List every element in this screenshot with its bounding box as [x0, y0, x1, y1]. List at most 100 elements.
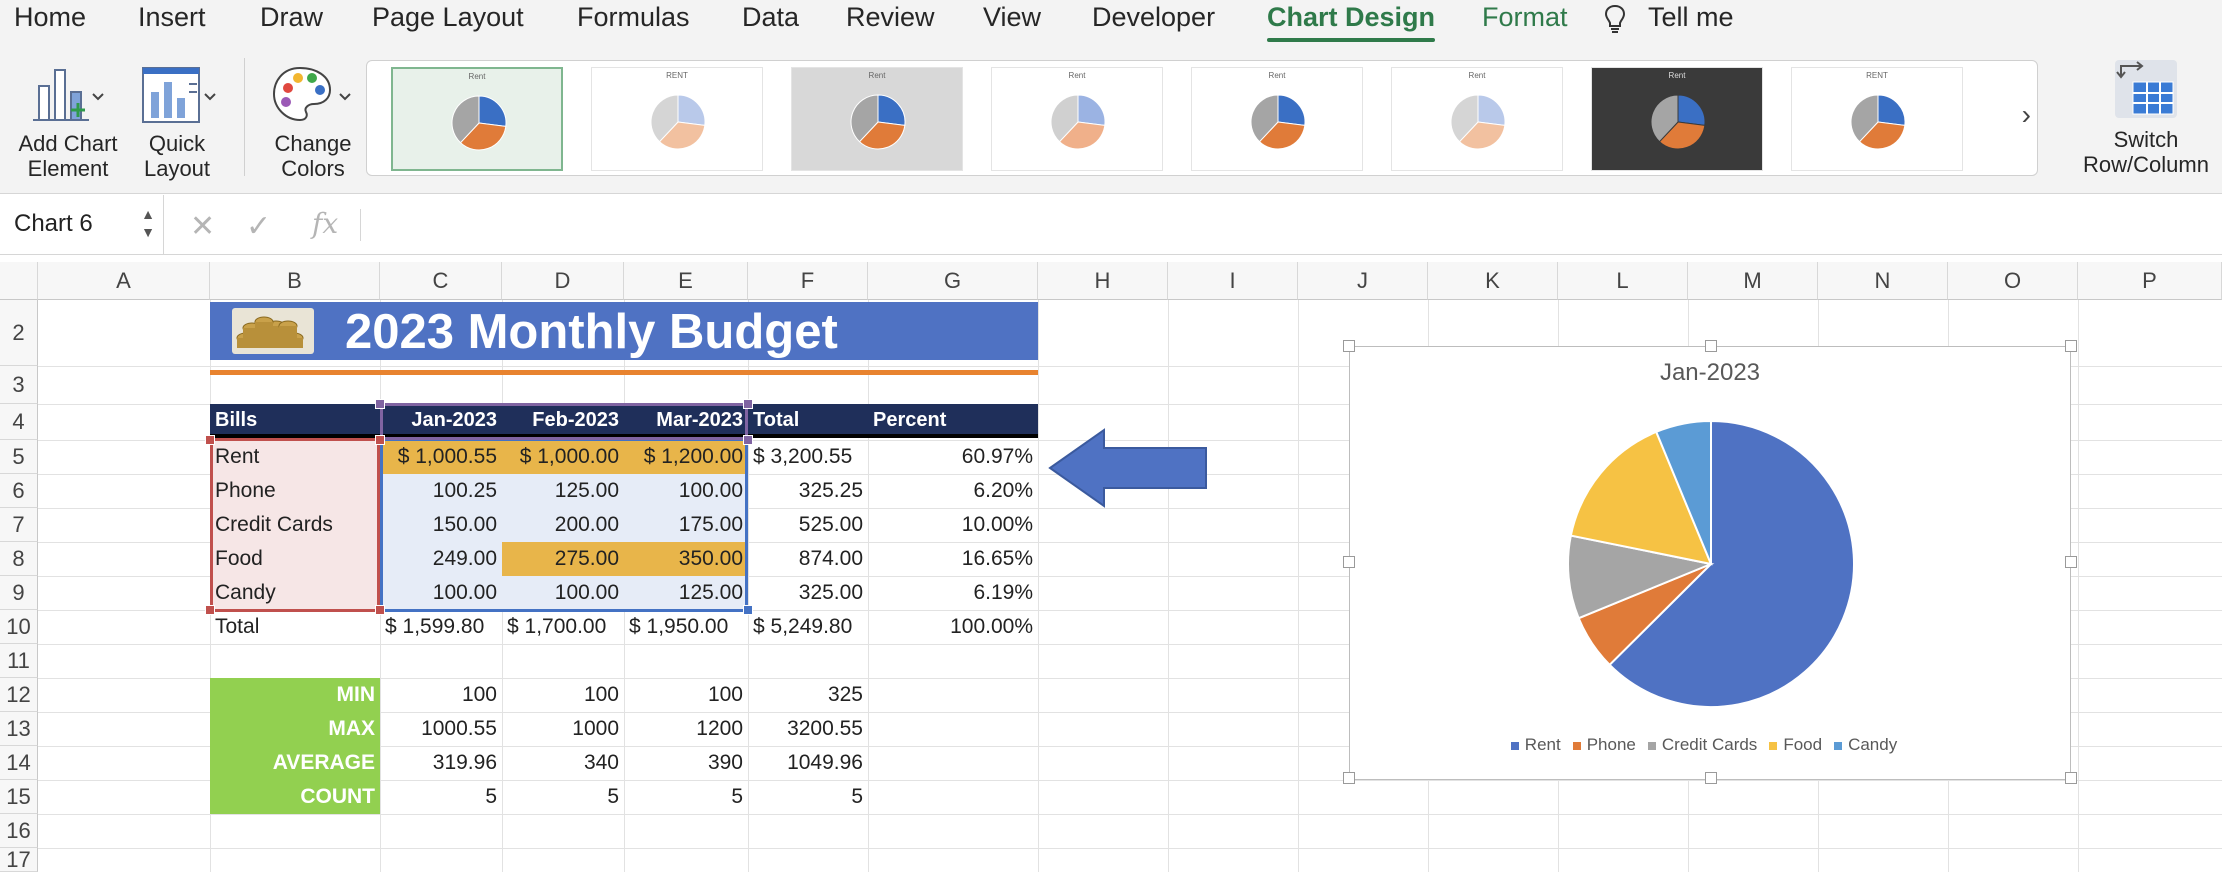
stat-feb[interactable]: 340 [502, 746, 624, 780]
bill-percent[interactable]: 16.65% [868, 542, 1038, 576]
chart-resize-handle[interactable] [1343, 772, 1355, 784]
bill-percent[interactable]: 6.19% [868, 576, 1038, 610]
column-header-l[interactable]: L [1558, 262, 1688, 300]
stat-total[interactable]: 3200.55 [748, 712, 868, 746]
tab-insert[interactable]: Insert [138, 2, 206, 33]
column-header-d[interactable]: D [502, 262, 624, 300]
bill-percent[interactable]: 6.20% [868, 474, 1038, 508]
column-header-o[interactable]: O [1948, 262, 2078, 300]
tab-data[interactable]: Data [742, 2, 799, 33]
chart-resize-handle[interactable] [1343, 556, 1355, 568]
column-header-i[interactable]: I [1168, 262, 1298, 300]
stat-mar[interactable]: 1200 [624, 712, 748, 746]
column-header-e[interactable]: E [624, 262, 748, 300]
range-handle[interactable] [743, 605, 753, 615]
column-header-m[interactable]: M [1688, 262, 1818, 300]
pie-plot-area[interactable] [1350, 347, 2072, 781]
chart-resize-handle[interactable] [2065, 772, 2077, 784]
range-handle[interactable] [205, 605, 215, 615]
stat-feb[interactable]: 5 [502, 780, 624, 814]
range-handle[interactable] [743, 399, 753, 409]
tab-format[interactable]: Format [1482, 2, 1568, 33]
stat-jan[interactable]: 1000.55 [380, 712, 502, 746]
column-header-c[interactable]: C [380, 262, 502, 300]
column-header-n[interactable]: N [1818, 262, 1948, 300]
total-row-cell[interactable]: 100.00% [868, 610, 1038, 644]
column-header-a[interactable]: A [38, 262, 210, 300]
cancel-icon[interactable]: ✕ [190, 209, 215, 244]
stat-feb[interactable]: 1000 [502, 712, 624, 746]
stat-jan[interactable]: 100 [380, 678, 502, 712]
confirm-icon[interactable]: ✓ [246, 209, 271, 244]
tab-developer[interactable]: Developer [1092, 2, 1215, 33]
chart-style-7[interactable]: Rent [1591, 67, 1763, 171]
total-row-cell[interactable]: $ 5,249.80 [748, 610, 868, 644]
total-row-cell[interactable]: $ 1,950.00 [624, 610, 748, 644]
stat-total[interactable]: 5 [748, 780, 868, 814]
column-header-b[interactable]: B [210, 262, 380, 300]
tab-chart-design[interactable]: Chart Design [1267, 2, 1436, 42]
stat-total[interactable]: 1049.96 [748, 746, 868, 780]
row-header-9[interactable]: 9 [0, 576, 38, 610]
stat-mar[interactable]: 5 [624, 780, 748, 814]
tab-view[interactable]: View [983, 2, 1041, 33]
range-handle[interactable] [375, 435, 385, 445]
row-header-6[interactable]: 6 [0, 474, 38, 508]
bill-total[interactable]: $ 3,200.55 [748, 440, 868, 474]
column-header-g[interactable]: G [868, 262, 1038, 300]
range-handle[interactable] [205, 435, 215, 445]
total-row-cell[interactable]: $ 1,700.00 [502, 610, 624, 644]
name-box-stepper-icon[interactable]: ▲ ▼ [141, 205, 155, 241]
chart-resize-handle[interactable] [1705, 340, 1717, 352]
stat-jan[interactable]: 5 [380, 780, 502, 814]
chart-style-3[interactable]: Rent [791, 67, 963, 171]
stat-feb[interactable]: 100 [502, 678, 624, 712]
tab-page-layout[interactable]: Page Layout [372, 2, 524, 33]
row-header-13[interactable]: 13 [0, 712, 38, 746]
row-header-16[interactable]: 16 [0, 814, 38, 848]
bill-total[interactable]: 874.00 [748, 542, 868, 576]
tab-tell-me[interactable]: Tell me [1648, 2, 1734, 33]
name-box[interactable]: Chart 6 ▲ ▼ [0, 195, 164, 255]
row-header-17[interactable]: 17 [0, 848, 38, 872]
chart-style-1[interactable]: Rent [391, 67, 563, 171]
tab-draw[interactable]: Draw [260, 2, 323, 33]
row-header-8[interactable]: 8 [0, 542, 38, 576]
function-icon[interactable]: fx [312, 207, 338, 240]
chart-resize-handle[interactable] [2065, 340, 2077, 352]
row-header-12[interactable]: 12 [0, 678, 38, 712]
row-header-14[interactable]: 14 [0, 746, 38, 780]
add-chart-element-button[interactable]: Add Chart Element [12, 62, 124, 181]
bill-total[interactable]: 525.00 [748, 508, 868, 542]
quick-layout-button[interactable]: Quick Layout [132, 62, 222, 181]
stat-jan[interactable]: 319.96 [380, 746, 502, 780]
column-header-k[interactable]: K [1428, 262, 1558, 300]
pie-chart[interactable]: Jan-2023 Rent Phone Credit Cards Food Candy [1343, 340, 2077, 784]
column-header-h[interactable]: H [1038, 262, 1168, 300]
bill-percent[interactable]: 60.97% [868, 440, 1038, 474]
chart-resize-handle[interactable] [1343, 340, 1355, 352]
chart-style-4[interactable]: Rent [991, 67, 1163, 171]
chart-style-5[interactable]: Rent [1191, 67, 1363, 171]
chart-resize-handle[interactable] [1705, 772, 1717, 784]
legend-item[interactable]: Phone [1572, 735, 1636, 754]
legend-item[interactable]: Food [1769, 735, 1822, 754]
bill-total[interactable]: 325.00 [748, 576, 868, 610]
legend-item[interactable]: Credit Cards [1647, 735, 1757, 754]
range-handle[interactable] [375, 399, 385, 409]
row-header-4[interactable]: 4 [0, 404, 38, 440]
row-header-10[interactable]: 10 [0, 610, 38, 644]
row-header-3[interactable]: 3 [0, 366, 38, 404]
column-header-j[interactable]: J [1298, 262, 1428, 300]
legend-item[interactable]: Candy [1834, 735, 1897, 754]
stat-total[interactable]: 325 [748, 678, 868, 712]
range-handle[interactable] [743, 435, 753, 445]
switch-row-column-button[interactable]: Switch Row/Column [2076, 56, 2216, 177]
stat-mar[interactable]: 100 [624, 678, 748, 712]
chart-style-8[interactable]: RENT [1791, 67, 1963, 171]
row-header-15[interactable]: 15 [0, 780, 38, 814]
column-header-f[interactable]: F [748, 262, 868, 300]
row-header-5[interactable]: 5 [0, 440, 38, 474]
tab-home[interactable]: Home [14, 2, 86, 33]
bill-total[interactable]: 325.25 [748, 474, 868, 508]
